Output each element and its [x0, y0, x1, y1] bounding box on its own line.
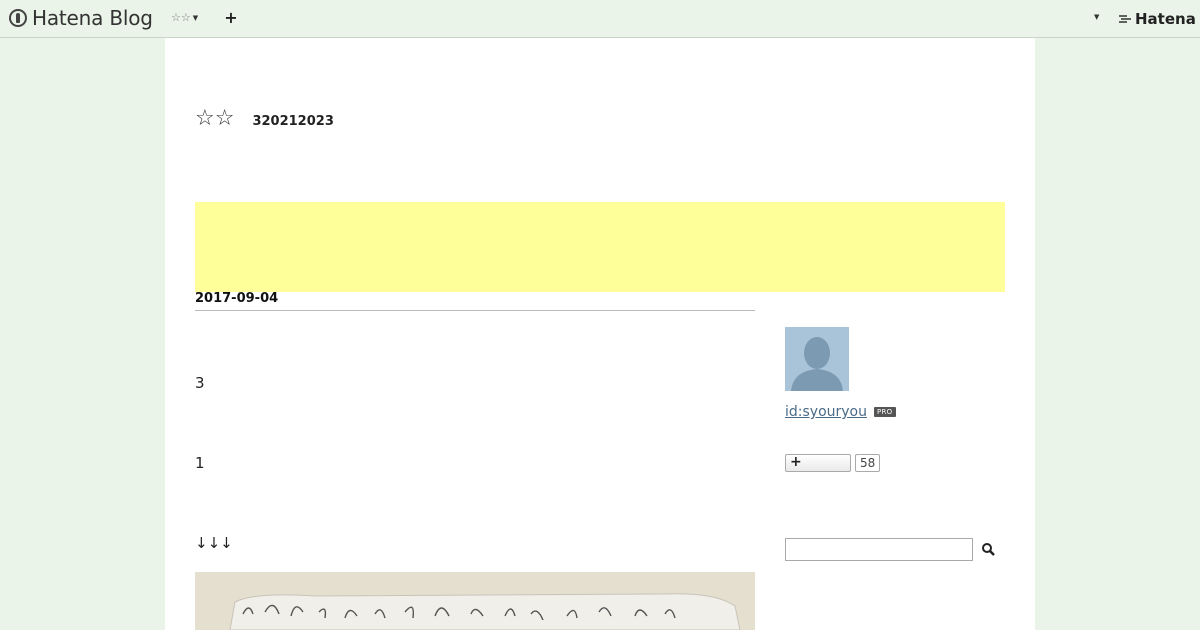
pro-badge: PRO [874, 407, 896, 417]
user-silhouette-icon [785, 327, 849, 391]
logo-text: Hatena Blog [32, 6, 153, 30]
search-input[interactable] [785, 538, 973, 561]
entry-photo [195, 572, 755, 630]
blog-title[interactable]: ☆☆ [195, 106, 234, 131]
blog-menu-button[interactable]: ☆☆ ▼ [171, 11, 198, 24]
avatar[interactable] [785, 327, 849, 391]
hatena-blog-icon [9, 9, 27, 27]
global-header: Hatena Blog ☆☆ ▼ + ▼ Hatena [0, 0, 1200, 38]
blog-menu-label: ☆☆ [171, 11, 191, 24]
entry-paragraph: ↓↓↓ [195, 534, 233, 552]
hatena-blog-logo[interactable]: Hatena Blog [9, 6, 153, 30]
blog-description: 320212023 [252, 114, 334, 129]
subscriber-count: 58 [855, 454, 881, 472]
user-menu-caret-icon[interactable]: ▼ [1094, 13, 1099, 21]
hatena-brand-link[interactable]: Hatena [1118, 10, 1196, 28]
blog-header: ☆☆ 320212023 [195, 106, 334, 131]
handwritten-note-image [195, 572, 755, 630]
subscribe-button[interactable]: + [785, 454, 851, 472]
plus-icon: + [790, 454, 802, 470]
entry-paragraph: 3 [195, 374, 205, 392]
hatena-brand-text: Hatena [1135, 10, 1196, 28]
add-entry-button[interactable]: + [224, 8, 238, 27]
blog-page: ☆☆ 320212023 2017-09-04 3 1 ↓↓↓ id:syour… [165, 38, 1035, 630]
date-divider [195, 310, 755, 311]
banner-area [195, 202, 1005, 292]
caret-down-icon: ▼ [192, 13, 199, 22]
hatena-brand-icon [1119, 15, 1131, 23]
entry-paragraph: 1 [195, 454, 205, 472]
search-icon[interactable] [981, 542, 997, 558]
user-id-link[interactable]: id:syouryou [785, 404, 867, 420]
entry-date[interactable]: 2017-09-04 [195, 291, 278, 306]
